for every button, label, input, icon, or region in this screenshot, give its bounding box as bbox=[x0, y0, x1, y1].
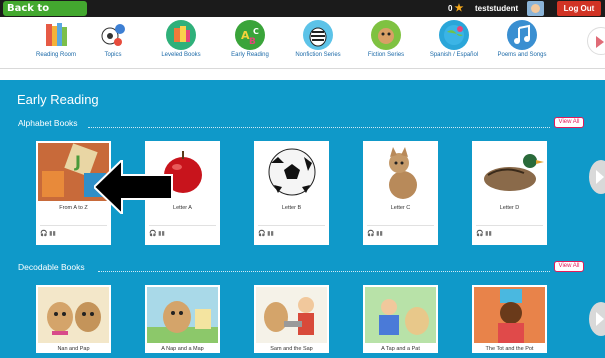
nav-label: Early Reading bbox=[231, 52, 269, 58]
nav-next-arrow[interactable] bbox=[587, 27, 605, 55]
audio-book-icon: 🎧 ▮▮ bbox=[40, 231, 56, 237]
book-card[interactable]: Nan and Pap bbox=[36, 285, 111, 353]
nav-label: Nonfiction Series bbox=[295, 52, 341, 58]
nav-label: Leveled Books bbox=[161, 52, 201, 58]
card-divider bbox=[367, 225, 434, 226]
nav-item-nonfiction-series[interactable]: Nonfiction Series bbox=[287, 20, 349, 59]
star-icon: ★ bbox=[454, 3, 464, 14]
book-title: Letter D bbox=[499, 205, 520, 211]
topics-icon bbox=[98, 20, 128, 50]
nav-label: Reading Room bbox=[35, 52, 77, 58]
audio-book-icon: 🎧 ▮▮ bbox=[149, 231, 165, 237]
abc-icon: ABC bbox=[235, 20, 265, 50]
nav-label: Poems and Songs bbox=[497, 52, 547, 58]
book-card[interactable]: Sam and the Sap bbox=[254, 285, 329, 353]
book-card[interactable]: Letter C 🎧 ▮▮ bbox=[363, 141, 438, 245]
book-cover-image bbox=[256, 143, 327, 201]
nav-item-early-reading[interactable]: ABC Early Reading bbox=[219, 20, 281, 59]
nav-item-leveled-books[interactable]: Leveled Books bbox=[150, 20, 212, 59]
avatar[interactable] bbox=[527, 1, 544, 16]
username: teststudent bbox=[475, 4, 519, 13]
nav-spacer bbox=[0, 69, 605, 80]
book-title: Letter C bbox=[390, 205, 411, 211]
zebra-icon bbox=[303, 20, 333, 50]
book-title: Nan and Pap bbox=[57, 346, 90, 352]
section-divider bbox=[88, 127, 550, 128]
nav-item-reading-room[interactable]: Reading Room bbox=[25, 20, 87, 59]
book-cover-image bbox=[365, 143, 436, 201]
nav-item-fiction-series[interactable]: Fiction Series bbox=[355, 20, 417, 59]
card-divider bbox=[476, 225, 543, 226]
audio-book-icon: 🎧 ▮▮ bbox=[258, 231, 274, 237]
card-divider bbox=[40, 225, 107, 226]
top-bar: Back to Reading 0★ teststudent Log Out bbox=[0, 0, 605, 29]
book-title: A Tap and a Pat bbox=[381, 346, 420, 352]
back-to-reading-button[interactable]: Back to Reading bbox=[3, 1, 87, 29]
book-title: Sam and the Sap bbox=[270, 346, 313, 352]
book-card[interactable]: Letter B 🎧 ▮▮ bbox=[254, 141, 329, 245]
stars-count: 0 bbox=[448, 4, 453, 13]
section-title-alphabet-books: Alphabet Books bbox=[18, 118, 78, 128]
audio-book-icon: 🎧 ▮▮ bbox=[476, 231, 492, 237]
stars-counter: 0 ★ bbox=[448, 2, 463, 15]
nav-label: Spanish / Español bbox=[429, 52, 479, 58]
leveled-books-icon bbox=[166, 20, 196, 50]
book-cover-image bbox=[474, 287, 545, 343]
book-card[interactable]: A Nap and a Map bbox=[145, 285, 220, 353]
pointer-arrow-icon bbox=[94, 160, 173, 214]
row-next-arrow[interactable] bbox=[589, 160, 605, 194]
card-divider bbox=[149, 225, 216, 226]
book-card[interactable]: The Tot and the Pot bbox=[472, 285, 547, 353]
row-next-arrow[interactable] bbox=[589, 302, 605, 336]
book-card[interactable]: Letter D 🎧 ▮▮ bbox=[472, 141, 547, 245]
book-card[interactable]: A Tap and a Pat bbox=[363, 285, 438, 353]
page-title: Early Reading bbox=[17, 92, 99, 107]
book-cover-image bbox=[474, 143, 545, 201]
dog-icon bbox=[371, 20, 401, 50]
book-cover-image bbox=[365, 287, 436, 343]
category-nav: Reading Room Topics Leveled Books ABC Ea… bbox=[0, 17, 605, 69]
svg-text:C: C bbox=[253, 27, 259, 36]
audio-book-icon: 🎧 ▮▮ bbox=[367, 231, 383, 237]
view-all-button[interactable]: View All bbox=[554, 261, 584, 272]
nav-item-poems-songs[interactable]: Poems and Songs bbox=[491, 20, 553, 59]
book-cover-image bbox=[38, 287, 109, 343]
card-divider bbox=[258, 225, 325, 226]
book-title: The Tot and the Pot bbox=[485, 346, 534, 352]
svg-text:B: B bbox=[249, 37, 256, 47]
nav-item-spanish[interactable]: Spanish / Español bbox=[423, 20, 485, 59]
section-divider bbox=[98, 271, 550, 272]
book-title: A Nap and a Map bbox=[161, 346, 204, 352]
book-cover-image bbox=[256, 287, 327, 343]
logout-button[interactable]: Log Out bbox=[557, 1, 601, 16]
svg-text:J: J bbox=[74, 152, 81, 171]
nav-item-topics[interactable]: Topics bbox=[82, 20, 144, 59]
music-icon bbox=[507, 20, 537, 50]
books-icon bbox=[41, 20, 71, 50]
book-title: Letter B bbox=[281, 205, 302, 211]
nav-label: Topics bbox=[104, 52, 122, 58]
view-all-button[interactable]: View All bbox=[554, 117, 584, 128]
book-cover-image bbox=[147, 287, 218, 343]
nav-label: Fiction Series bbox=[367, 52, 405, 58]
globe-icon bbox=[439, 20, 469, 50]
main-content: Early Reading Alphabet Books View All J … bbox=[0, 80, 605, 358]
section-title-decodable-books: Decodable Books bbox=[18, 262, 85, 272]
